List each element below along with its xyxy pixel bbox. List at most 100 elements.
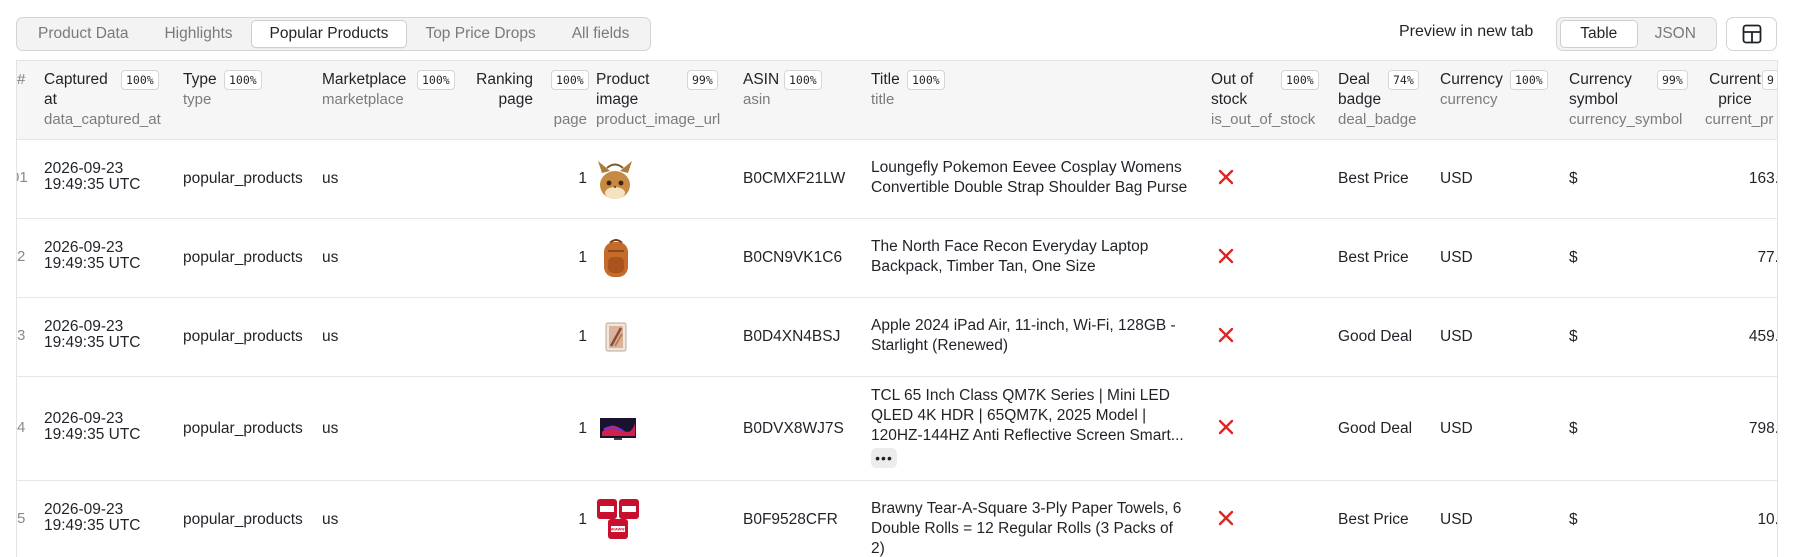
fill-rate-badge: 100% [1510, 70, 1548, 90]
fill-rate-badge: 100% [907, 70, 945, 90]
toolbar: Product Data Highlights Popular Products… [0, 0, 1800, 60]
currency-cell: USD [1440, 420, 1473, 437]
fill-rate-badge: 99% [687, 70, 718, 90]
tab-popular-products[interactable]: Popular Products [250, 20, 408, 48]
page-cell: 1 [578, 249, 587, 266]
title-cell: Loungefly Pokemon Eevee Cosplay Womens C… [871, 159, 1188, 196]
column-header-title[interactable]: Title title 100% [871, 70, 1071, 110]
data-table: # Captured at data_captured_at 100% Type… [16, 60, 1778, 557]
column-name: Out of stock [1211, 71, 1254, 108]
paper-towels-image: BRAWNY [597, 499, 639, 539]
x-mark-icon [1218, 169, 1234, 185]
x-mark-icon [1218, 327, 1234, 343]
column-header-currency-symbol[interactable]: Currency symbol currency_symbol 99% [1569, 70, 1694, 130]
column-header-ranking-page[interactable]: Ranking page page 100% [473, 70, 589, 130]
title-cell: Brawny Tear-A-Square 3-Ply Paper Towels,… [871, 500, 1182, 557]
column-name: Current price [1709, 71, 1761, 108]
table-row[interactable]: 01 2026-09-23 19:49:35 UTC popular_produ… [17, 140, 1777, 219]
preview-in-new-tab-link[interactable]: Preview in new tab [1399, 23, 1533, 41]
row-number: 2 [17, 248, 26, 265]
currency-symbol-cell: $ [1569, 328, 1578, 345]
column-name: Captured at [44, 71, 108, 108]
marketplace-cell: us [322, 328, 339, 345]
table-header: # Captured at data_captured_at 100% Type… [17, 61, 1777, 140]
row-number-header: # [17, 71, 26, 88]
currency-symbol-cell: $ [1569, 420, 1578, 437]
fill-rate-badge: 99% [1657, 70, 1688, 90]
column-header-type[interactable]: Type type 100% [183, 70, 283, 110]
view-toggle: Table JSON [1556, 17, 1717, 51]
tab-all-fields[interactable]: All fields [554, 20, 648, 48]
row-number: 3 [17, 327, 26, 344]
json-view-button[interactable]: JSON [1638, 20, 1714, 48]
column-header-product-image[interactable]: Product image product_image_url 99% [596, 70, 726, 130]
captured-at-cell: 2026-09-23 19:49:35 UTC [44, 318, 141, 351]
row-number: 4 [17, 419, 26, 436]
current-price-cell: 10. [1757, 511, 1778, 528]
column-key: is_out_of_stock [1211, 111, 1316, 128]
column-key: currency [1440, 91, 1498, 108]
column-name: Currency symbol [1569, 71, 1632, 108]
column-header-captured-at[interactable]: Captured at data_captured_at 100% [44, 70, 161, 130]
column-header-marketplace[interactable]: Marketplace marketplace 100% [322, 70, 462, 110]
page-cell: 1 [578, 511, 587, 528]
asin-cell: B0D4XN4BSJ [743, 328, 841, 345]
deal-badge-cell: Good Deal [1338, 328, 1413, 345]
ipad-image [605, 322, 627, 352]
fill-rate-badge: 100% [784, 70, 822, 90]
table-row[interactable]: 3 2026-09-23 19:49:35 UTC popular_produc… [17, 298, 1777, 377]
type-cell: popular_products [183, 328, 303, 345]
currency-cell: USD [1440, 170, 1473, 187]
table-row[interactable]: 4 2026-09-23 19:49:35 UTC popular_produc… [17, 377, 1778, 481]
captured-at-cell: 2026-09-23 19:49:35 UTC [44, 410, 141, 443]
column-header-currency[interactable]: Currency currency 100% [1440, 70, 1550, 110]
type-cell: popular_products [183, 249, 303, 266]
type-cell: popular_products [183, 511, 303, 528]
x-mark-icon [1218, 510, 1234, 526]
type-cell: popular_products [183, 170, 303, 187]
column-name: Deal badge [1338, 71, 1382, 108]
tv-image [600, 418, 636, 440]
fill-rate-badge: 100% [121, 70, 159, 90]
deal-badge-cell: Best Price [1338, 511, 1409, 528]
backpack-image [604, 239, 628, 277]
brand-label: BRAWNY [609, 527, 627, 532]
captured-at-cell: 2026-09-23 19:49:35 UTC [44, 239, 141, 272]
tab-highlights[interactable]: Highlights [146, 20, 250, 48]
column-header-deal-badge[interactable]: Deal badge deal_badge 74% [1338, 70, 1428, 130]
table-view-button[interactable]: Table [1560, 20, 1638, 48]
fill-rate-badge: 9 [1762, 70, 1777, 90]
deal-badge-cell: Best Price [1338, 170, 1409, 187]
type-cell: popular_products [183, 420, 303, 437]
marketplace-cell: us [322, 420, 339, 437]
marketplace-cell: us [322, 170, 339, 187]
table-row[interactable]: 5 2026-09-23 19:49:35 UTC popular_produc… [17, 481, 1778, 557]
eevee-bag-image [598, 161, 632, 199]
row-number: 01 [17, 169, 28, 186]
title-cell: TCL 65 Inch Class QM7K Series | Mini LED… [871, 387, 1184, 444]
page-cell: 1 [578, 328, 587, 345]
fill-rate-badge: 100% [417, 70, 455, 90]
column-name: Product image [596, 71, 650, 108]
current-price-cell: 77. [1757, 249, 1778, 266]
marketplace-cell: us [322, 511, 339, 528]
asin-cell: B0CMXF21LW [743, 170, 846, 187]
column-key: current_pr [1705, 111, 1774, 128]
deal-badge-cell: Good Deal [1338, 420, 1413, 437]
currency-symbol-cell: $ [1569, 249, 1578, 266]
tab-product-data[interactable]: Product Data [20, 20, 146, 48]
tab-top-price-drops[interactable]: Top Price Drops [407, 20, 553, 48]
column-name: Ranking page [476, 71, 533, 108]
expand-title-button[interactable]: ••• [871, 448, 897, 468]
layout-panel-icon [1742, 24, 1761, 44]
asin-cell: B0DVX8WJ7S [743, 420, 844, 437]
table-row[interactable]: 2 2026-09-23 19:49:35 UTC popular_produc… [17, 219, 1778, 298]
column-key: currency_symbol [1569, 111, 1683, 128]
layout-toggle-button[interactable] [1726, 17, 1777, 51]
column-header-current-price[interactable]: Current price current_pr 9 [1705, 70, 1777, 130]
column-key: data_captured_at [44, 111, 161, 128]
column-key: type [183, 91, 212, 108]
column-header-asin[interactable]: ASIN asin 100% [743, 70, 843, 110]
column-header-out-of-stock[interactable]: Out of stock is_out_of_stock 100% [1211, 70, 1331, 130]
current-price-cell: 798. [1748, 420, 1778, 437]
